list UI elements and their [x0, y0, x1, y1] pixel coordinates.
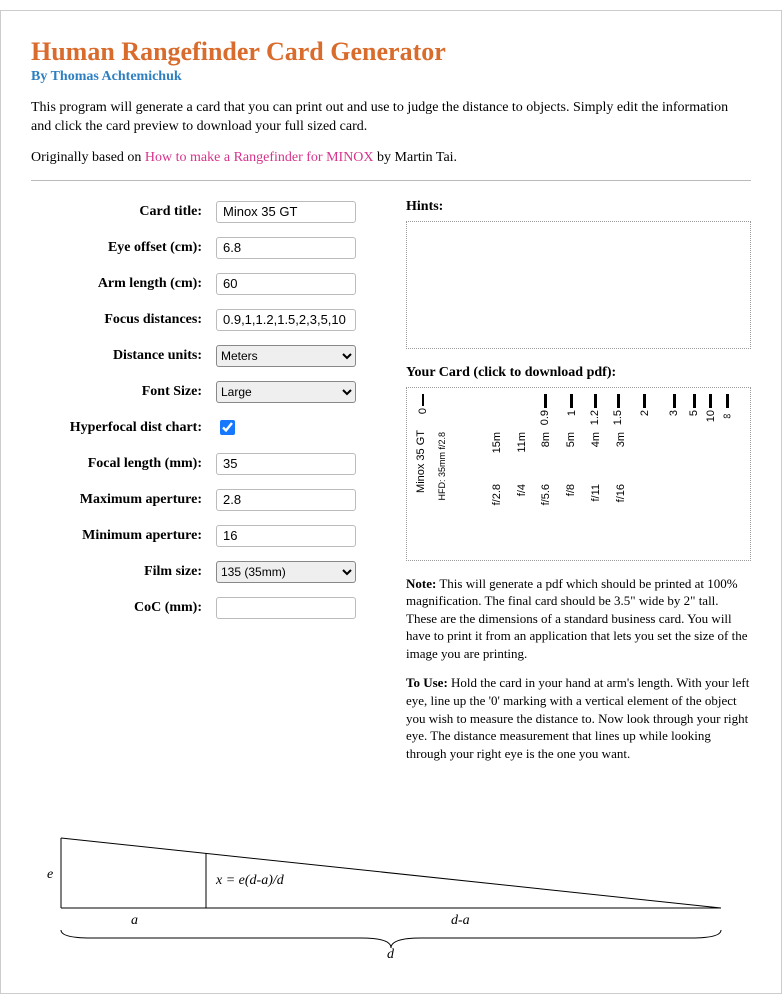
- card-title-input[interactable]: [216, 201, 356, 223]
- max-aperture-input[interactable]: [216, 489, 356, 511]
- card-title-label: Card title:: [31, 204, 216, 220]
- distance-units-select[interactable]: Meters: [216, 345, 356, 367]
- distance-tick: 5: [688, 394, 700, 416]
- card-preview[interactable]: 0 0.9 1 1.2 1.5 23510∞ Minox 35 GT HFD: 35mm …: [406, 387, 751, 561]
- byline: By Thomas Achtemichuk: [31, 69, 751, 85]
- font-size-select[interactable]: Large: [216, 381, 356, 403]
- distance-tick: 10: [705, 394, 717, 422]
- hyperfocal-distance: 15m: [491, 432, 503, 453]
- reference-link[interactable]: How to make a Rangefinder for MINOX: [145, 150, 374, 165]
- note-label: Note:: [406, 576, 436, 591]
- use-text: Hold the card in your hand at arm's leng…: [406, 675, 749, 760]
- distance-tick: ∞: [721, 394, 733, 422]
- max-aperture-label: Maximum aperture:: [31, 492, 216, 508]
- distance-tick: 3: [668, 394, 680, 416]
- distance-tick: 1.5: [612, 394, 624, 425]
- use-paragraph: To Use: Hold the card in your hand at ar…: [406, 674, 751, 762]
- distance-tick: 1.2: [589, 394, 601, 425]
- distance-tick: 2: [639, 394, 651, 416]
- divider: [31, 180, 751, 181]
- font-size-label: Font Size:: [31, 384, 216, 400]
- settings-form: Card title: Eye offset (cm): Arm length …: [31, 199, 376, 631]
- arm-length-input[interactable]: [216, 273, 356, 295]
- coc-label: CoC (mm):: [31, 600, 216, 616]
- note-paragraph: Note: This will generate a pdf which sho…: [406, 575, 751, 663]
- film-size-label: Film size:: [31, 564, 216, 580]
- hints-box: [406, 221, 751, 349]
- diagram-e-label: e: [47, 867, 53, 882]
- hyperfocal-label: Hyperfocal dist chart:: [31, 420, 216, 436]
- card-preview-label: Your Card (click to download pdf):: [406, 365, 751, 381]
- hyperfocal-distance: 11m: [516, 432, 528, 453]
- min-aperture-input[interactable]: [216, 525, 356, 547]
- hyperfocal-distance: 5m: [565, 432, 577, 447]
- fstop-label: f/4: [516, 484, 528, 496]
- hyperfocal-distance: 8m: [540, 432, 552, 447]
- distance-units-label: Distance units:: [31, 348, 216, 364]
- fstop-label: f/11: [590, 484, 602, 502]
- focal-length-input[interactable]: [216, 453, 356, 475]
- distance-tick: 0.9: [539, 394, 551, 425]
- eye-offset-label: Eye offset (cm):: [31, 240, 216, 256]
- page-title: Human Rangefinder Card Generator: [31, 37, 751, 67]
- card-hfd-text: HFD: 35mm f/2.8: [437, 432, 447, 501]
- intro-paragraph: This program will generate a card that y…: [31, 99, 751, 137]
- intro-attribution: Originally based on How to make a Rangef…: [31, 149, 751, 168]
- geometry-diagram: e a d-a x = e(d-a)/d d: [31, 798, 751, 963]
- note-text: This will generate a pdf which should be…: [406, 576, 748, 661]
- eye-offset-input[interactable]: [216, 237, 356, 259]
- hyperfocal-distance: 3m: [615, 432, 627, 447]
- hyperfocal-distance: 4m: [590, 432, 602, 447]
- fstop-label: f/8: [565, 484, 577, 496]
- intro-attribution-pre: Originally based on: [31, 150, 145, 165]
- diagram-a-label: a: [131, 913, 138, 928]
- diagram-da-label: d-a: [451, 913, 470, 928]
- focus-distances-label: Focus distances:: [31, 312, 216, 328]
- focal-length-label: Focal length (mm):: [31, 456, 216, 472]
- fstop-label: f/16: [615, 484, 627, 502]
- card-title-text: Minox 35 GT: [415, 430, 427, 493]
- arm-length-label: Arm length (cm):: [31, 276, 216, 292]
- hints-label: Hints:: [406, 199, 751, 215]
- focus-distances-input[interactable]: [216, 309, 356, 331]
- use-label: To Use:: [406, 675, 448, 690]
- fstop-label: f/2.8: [491, 484, 503, 505]
- coc-input[interactable]: [216, 597, 356, 619]
- intro-attribution-post: by Martin Tai.: [374, 150, 458, 165]
- hyperfocal-checkbox[interactable]: [220, 420, 235, 435]
- fstop-label: f/5.6: [540, 484, 552, 505]
- diagram-formula: x = e(d-a)/d: [215, 873, 285, 888]
- distance-tick: 1: [566, 394, 578, 416]
- distance-tick: 0: [417, 394, 429, 414]
- diagram-d-label: d: [387, 947, 395, 958]
- film-size-select[interactable]: 135 (35mm): [216, 561, 356, 583]
- min-aperture-label: Minimum aperture:: [31, 528, 216, 544]
